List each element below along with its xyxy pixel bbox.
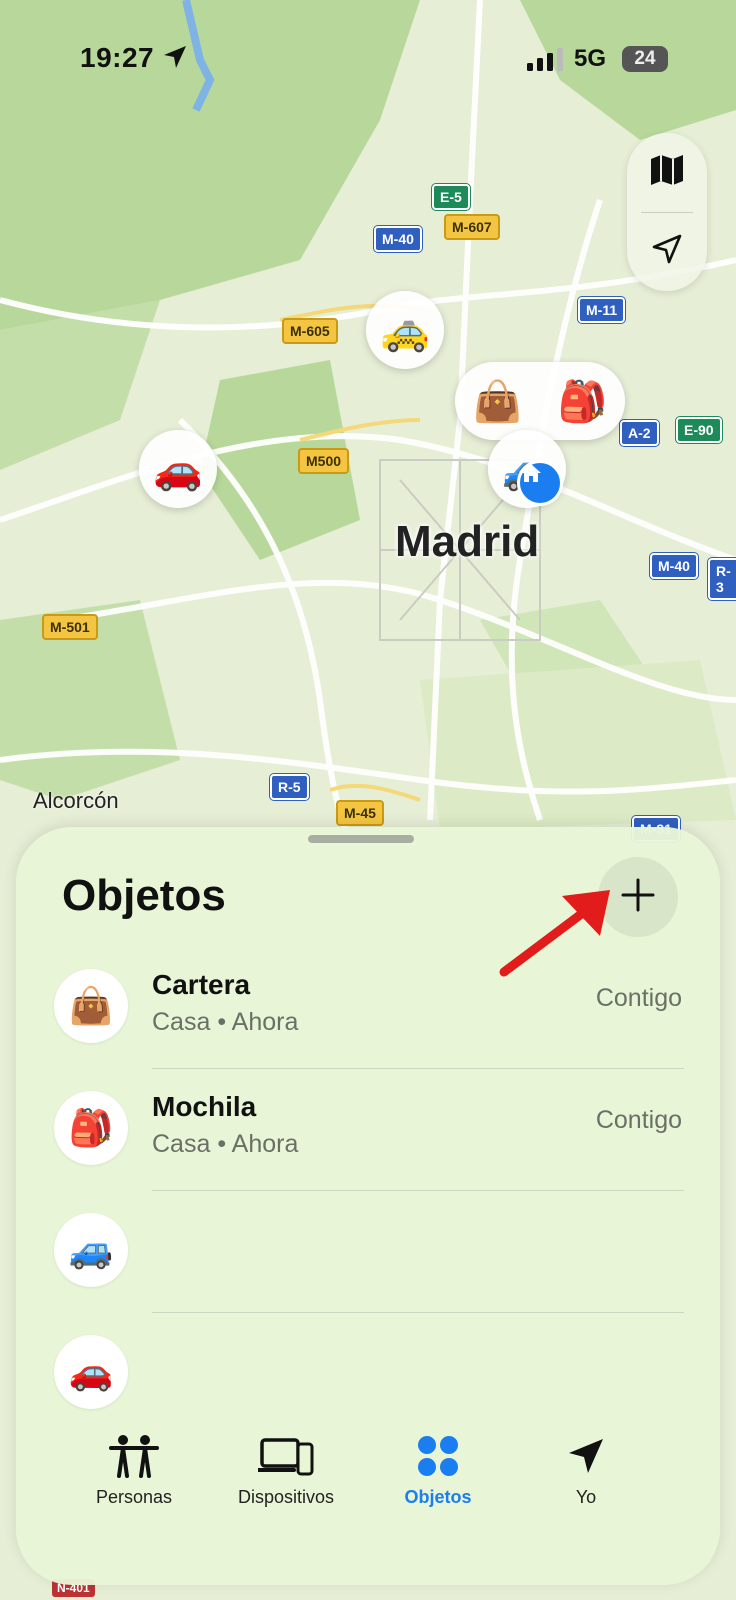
road-label: E-90 xyxy=(676,417,722,443)
road-label: M-605 xyxy=(282,318,338,344)
location-arrow-icon xyxy=(506,1431,666,1481)
car-map-pin[interactable]: 🚗 xyxy=(139,430,217,508)
tab-label: Yo xyxy=(575,1487,597,1507)
list-item[interactable]: 👜 Cartera Casa • Ahora Contigo xyxy=(16,947,720,1069)
cellular-signal-icon xyxy=(527,48,567,77)
items-sheet: Objetos 👜 Cartera Casa • Ahora Contigo 🎒… xyxy=(16,827,720,1585)
list-item[interactable]: 🎒 Mochila Casa • Ahora Contigo xyxy=(16,1069,720,1191)
item-name: Mochila xyxy=(152,1091,257,1122)
suv-icon: 🚙 xyxy=(54,1213,128,1287)
item-status: Contigo xyxy=(595,1106,682,1134)
road-label: M-501 xyxy=(42,614,98,640)
tab-yo[interactable]: Yo xyxy=(506,1431,666,1521)
home-icon xyxy=(517,460,563,506)
tab-objetos[interactable]: Objetos xyxy=(358,1431,518,1521)
tab-label: Personas xyxy=(95,1487,173,1507)
road-label: M-607 xyxy=(444,214,500,240)
road-label: R-3 xyxy=(708,558,736,600)
locate-me-button[interactable] xyxy=(627,212,707,291)
tab-label: Objetos xyxy=(404,1487,472,1507)
map-icon xyxy=(649,154,685,191)
items-icon xyxy=(358,1431,518,1481)
backpack-icon: 🎒 xyxy=(54,1091,128,1165)
network-type: 5G xyxy=(574,45,607,72)
clock: 19:27 xyxy=(80,42,155,73)
road-label: E-5 xyxy=(432,184,470,210)
tab-personas[interactable]: Personas xyxy=(54,1431,214,1521)
road-label: M-40 xyxy=(650,553,698,579)
people-icon xyxy=(54,1431,214,1481)
list-item[interactable]: 🚙 xyxy=(16,1191,720,1313)
location-arrow-icon xyxy=(651,233,683,270)
item-time: Ahora xyxy=(231,1008,299,1036)
city-label: Madrid xyxy=(395,517,540,566)
map-controls xyxy=(627,133,707,291)
road-label: M500 xyxy=(298,448,350,474)
page-title: Objetos xyxy=(62,871,226,920)
road-label: M-45 xyxy=(336,800,384,826)
plus-icon xyxy=(620,877,656,918)
tab-dispositivos[interactable]: Dispositivos xyxy=(206,1431,366,1521)
road-label: R-5 xyxy=(270,774,309,800)
battery-icon: 24 xyxy=(622,46,668,72)
road-label: A-2 xyxy=(620,420,659,446)
item-location: Casa xyxy=(152,1008,211,1036)
car-icon: 🚗 xyxy=(54,1335,128,1409)
devices-icon xyxy=(206,1431,366,1481)
map-style-button[interactable] xyxy=(627,133,707,212)
item-subtitle: Casa • Ahora xyxy=(152,1130,299,1158)
grouped-items-map-pin[interactable]: 👜 🎒 xyxy=(455,362,625,440)
backpack-pin-icon: 🎒 xyxy=(557,379,608,424)
status-bar: 19:27 5G 24 xyxy=(0,0,736,110)
taxi-map-pin[interactable]: 🚕 xyxy=(366,291,444,369)
item-subtitle: Casa • Ahora xyxy=(152,1008,299,1036)
wallet-pin-icon: 👜 xyxy=(472,379,523,424)
item-status: Contigo xyxy=(595,984,682,1012)
town-label: Alcorcón xyxy=(33,788,119,813)
wallet-icon: 👜 xyxy=(54,969,128,1043)
item-time: Ahora xyxy=(231,1130,299,1158)
item-name: Cartera xyxy=(152,969,251,1000)
location-arrow-icon xyxy=(162,44,188,75)
road-label: M-11 xyxy=(578,297,626,323)
tab-bar: Personas Dispositivos Objetos Yo xyxy=(16,1417,720,1537)
item-location: Casa xyxy=(152,1130,211,1158)
road-label: M-40 xyxy=(374,226,422,252)
tab-label: Dispositivos xyxy=(237,1487,335,1507)
sheet-grabber[interactable] xyxy=(308,835,414,843)
